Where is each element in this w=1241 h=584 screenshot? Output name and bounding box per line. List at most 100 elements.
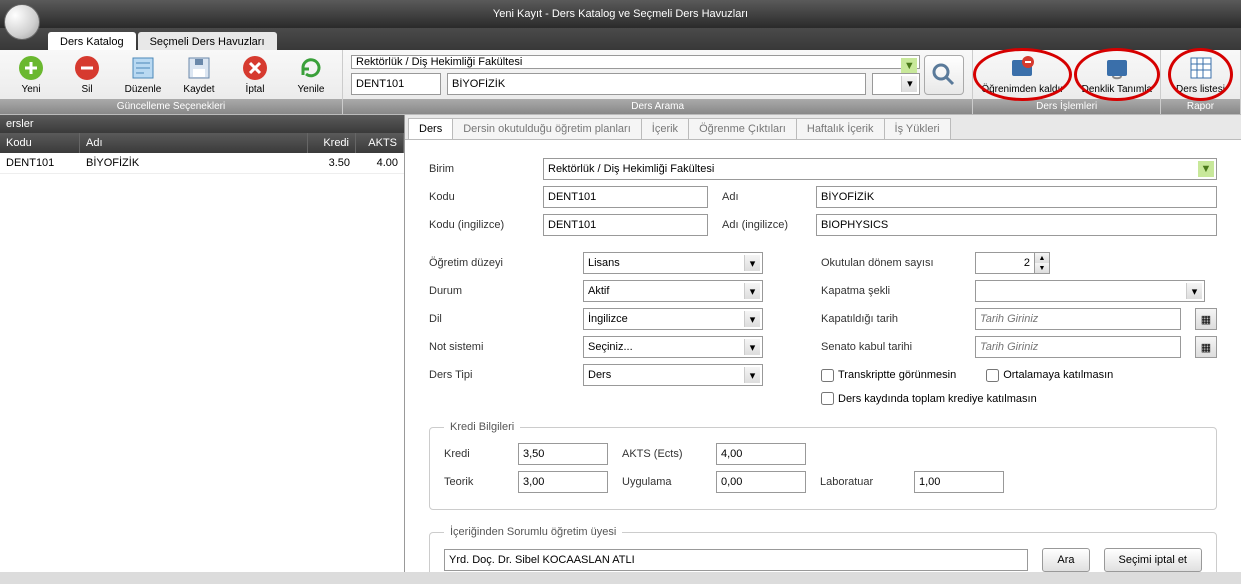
laboratuar-input[interactable] — [914, 471, 1004, 493]
not-sistemi-select[interactable]: Seçiniz...▾ — [583, 336, 763, 358]
dropdown-arrow-icon: ▼ — [901, 58, 917, 74]
ribbon-group-label-update: Güncelleme Seçenekleri — [0, 99, 342, 114]
tab-is-yukleri[interactable]: İş Yükleri — [884, 118, 951, 139]
label-adi-en: Adı (ingilizce) — [722, 219, 802, 231]
tab-ogretim-planlari[interactable]: Dersin okutulduğu öğretim planları — [452, 118, 642, 139]
courses-panel-title: ersler — [0, 115, 404, 133]
kodu-en-input[interactable] — [543, 214, 708, 236]
ders-tipi-select[interactable]: Ders▾ — [583, 364, 763, 386]
refresh-icon — [297, 54, 325, 82]
tab-ogrenme-ciktilari[interactable]: Öğrenme Çıktıları — [688, 118, 797, 139]
calendar-icon: ▦ — [1201, 341, 1211, 354]
plus-circle-icon — [17, 54, 45, 82]
app-orb-button[interactable] — [4, 4, 40, 40]
label-birim: Birim — [429, 163, 529, 175]
sil-button[interactable]: Sil — [64, 54, 110, 95]
label-dil: Dil — [429, 313, 569, 325]
label-akts: AKTS (Ects) — [622, 448, 702, 460]
minus-circle-icon — [73, 54, 101, 82]
tab-haftalik-icerik[interactable]: Haftalık İçerik — [796, 118, 885, 139]
kredi-input[interactable] — [518, 443, 608, 465]
uygulama-input[interactable] — [716, 471, 806, 493]
ribbon-group-label-search: Ders Arama — [343, 99, 972, 114]
label-kodu-en: Kodu (ingilizce) — [429, 219, 529, 231]
yenile-button[interactable]: Yenile — [288, 54, 334, 95]
teorik-input[interactable] — [518, 471, 608, 493]
cancel-circle-icon — [241, 54, 269, 82]
senato-tarihi-input[interactable] — [975, 336, 1181, 358]
kapatma-sekli-select[interactable]: ▾ — [975, 280, 1205, 302]
check-transkript[interactable]: Transkriptte görünmesin — [821, 369, 956, 382]
book-link-icon — [1103, 54, 1131, 82]
tab-ders-katalog[interactable]: Ders Katalog — [48, 32, 136, 50]
search-kod-input[interactable] — [351, 73, 441, 95]
tab-ders[interactable]: Ders — [408, 118, 453, 139]
ders-listesi-button[interactable]: Ders listesi — [1176, 54, 1225, 95]
label-ders-tipi: Ders Tipi — [429, 369, 569, 381]
kredi-bilgileri-fieldset: Kredi Bilgileri Kredi AKTS (Ects) Teorik… — [429, 421, 1217, 510]
instructor-legend: İçeriğinden Sorumlu öğretim üyesi — [444, 526, 622, 538]
birim-combo[interactable]: Rektörlük / Diş Hekimliği Fakültesi ▼ — [543, 158, 1217, 180]
grid-header: Kodu Adı Kredi AKTS — [0, 133, 404, 153]
ribbon-group-label-ops: Ders İşlemleri — [973, 99, 1160, 114]
dropdown-arrow-icon: ▼ — [1198, 161, 1214, 177]
edit-icon — [129, 54, 157, 82]
chevron-down-icon: ▾ — [901, 76, 917, 92]
kapatildigi-tarih-input[interactable] — [975, 308, 1181, 330]
courses-list-panel: ersler Kodu Adı Kredi AKTS DENT101 BİYOF… — [0, 115, 405, 572]
grid-header-kredi[interactable]: Kredi — [308, 133, 356, 153]
okutulan-donem-spinner[interactable]: ▲▼ — [975, 252, 1050, 274]
spin-down-icon[interactable]: ▼ — [1035, 263, 1049, 273]
search-ad-input[interactable] — [447, 73, 866, 95]
denklik-tanimla-button[interactable]: Denklik Tanımla — [1082, 54, 1152, 95]
yeni-button[interactable]: Yeni — [8, 54, 54, 95]
search-type-select[interactable]: ▾ — [872, 73, 920, 95]
calendar-button[interactable]: ▦ — [1195, 308, 1217, 330]
instructor-search-button[interactable]: Ara — [1042, 548, 1089, 572]
durum-select[interactable]: Aktif▾ — [583, 280, 763, 302]
grid-header-kodu[interactable]: Kodu — [0, 133, 80, 153]
chevron-down-icon: ▾ — [744, 367, 760, 383]
spin-up-icon[interactable]: ▲ — [1035, 253, 1049, 263]
search-icon — [930, 61, 958, 89]
label-adi: Adı — [722, 191, 802, 203]
grid-header-adi[interactable]: Adı — [80, 133, 308, 153]
chevron-down-icon: ▾ — [744, 311, 760, 327]
kodu-input[interactable] — [543, 186, 708, 208]
label-laboratuar: Laboratuar — [820, 476, 900, 488]
instructor-clear-button[interactable]: Seçimi iptal et — [1104, 548, 1202, 572]
adi-input[interactable] — [816, 186, 1217, 208]
tab-icerik[interactable]: İçerik — [641, 118, 689, 139]
ribbon-group-label-report: Rapor — [1161, 99, 1240, 114]
calendar-button[interactable]: ▦ — [1195, 336, 1217, 358]
label-senato-tarihi: Senato kabul tarihi — [821, 341, 961, 353]
ogrenimden-kaldir-button[interactable]: Öğrenimden kaldır — [981, 54, 1063, 95]
ogretim-duzeyi-select[interactable]: Lisans▾ — [583, 252, 763, 274]
duzenle-button[interactable]: Düzenle — [120, 54, 166, 95]
label-kredi: Kredi — [444, 448, 504, 460]
search-birim-combo[interactable]: Rektörlük / Diş Hekimliği Fakültesi ▼ — [351, 55, 920, 69]
detail-tabs: Ders Dersin okutulduğu öğretim planları … — [405, 115, 1241, 140]
calendar-icon: ▦ — [1201, 313, 1211, 326]
dil-select[interactable]: İngilizce▾ — [583, 308, 763, 330]
grid-header-akts[interactable]: AKTS — [356, 133, 404, 153]
window-title: Yeni Kayıt - Ders Katalog ve Seçmeli Der… — [493, 8, 748, 20]
label-uygulama: Uygulama — [622, 476, 702, 488]
akts-input[interactable] — [716, 443, 806, 465]
chevron-down-icon: ▾ — [744, 339, 760, 355]
save-icon — [185, 54, 213, 82]
label-not-sistemi: Not sistemi — [429, 341, 569, 353]
instructor-input[interactable] — [444, 549, 1028, 571]
module-tabs: Ders Katalog Seçmeli Ders Havuzları — [0, 28, 1241, 50]
label-ogretim-duzeyi: Öğretim düzeyi — [429, 257, 569, 269]
search-button[interactable] — [924, 55, 964, 95]
check-kredi[interactable]: Ders kaydında toplam krediye katılmasın — [821, 392, 1037, 405]
check-ortalama[interactable]: Ortalamaya katılmasın — [986, 369, 1113, 382]
book-remove-icon — [1008, 54, 1036, 82]
title-bar: Yeni Kayıt - Ders Katalog ve Seçmeli Der… — [0, 0, 1241, 28]
iptal-button[interactable]: İptal — [232, 54, 278, 95]
table-row[interactable]: DENT101 BİYOFİZİK 3.50 4.00 — [0, 153, 404, 174]
tab-secmeli-ders-havuzlari[interactable]: Seçmeli Ders Havuzları — [138, 32, 277, 50]
kaydet-button[interactable]: Kaydet — [176, 54, 222, 95]
adi-en-input[interactable] — [816, 214, 1217, 236]
